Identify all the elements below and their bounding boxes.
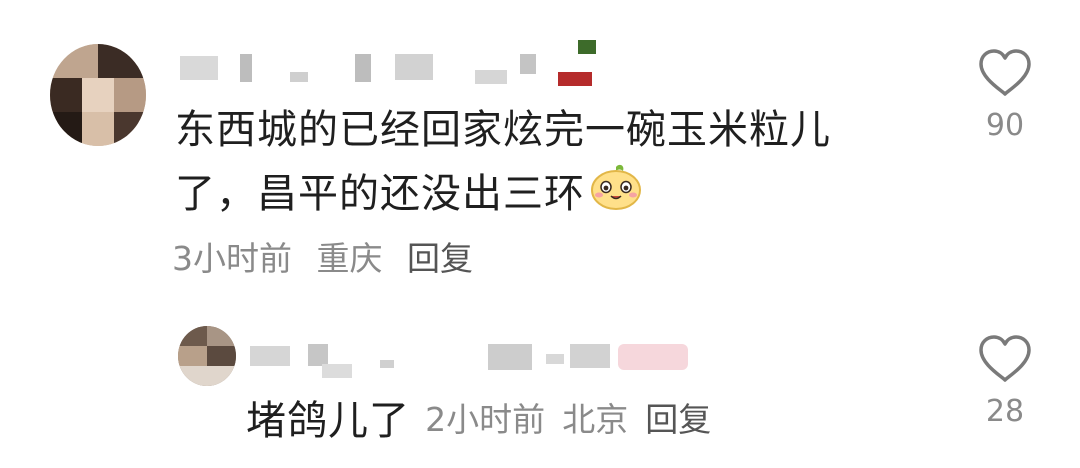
comment-item: 东西城的已经回家炫完一碗玉米粒儿 了，昌平的还没出三环 3小时前 重庆 回复 9… [0,0,1080,290]
comment-meta: 3小时前 重庆 回复 [172,232,487,280]
reply-text-row: 堵鸽儿了 2小时前 北京 回复 [246,388,711,446]
comment-location: 北京 [562,400,629,439]
reply-button[interactable]: 回复 [645,400,711,439]
comment-text-line: 东西城的已经回家炫完一碗玉米粒儿 [175,107,831,153]
reply-item: 堵鸽儿了 2小时前 北京 回复 28 [0,310,1080,468]
comment-time: 3小时前 [172,239,292,278]
avatar[interactable] [178,326,236,386]
corn-face-emoji-icon [589,163,643,230]
like-button[interactable]: 90 [965,48,1045,143]
heart-icon[interactable] [977,48,1033,98]
like-button[interactable]: 28 [965,334,1045,429]
comment-time: 2小时前 [425,400,546,439]
comment-text: 堵鸽儿了 [246,398,410,444]
comment-text: 东西城的已经回家炫完一碗玉米粒儿 了，昌平的还没出三环 [175,98,935,230]
comment-location: 重庆 [316,239,383,278]
like-count: 28 [985,394,1025,429]
reply-button[interactable]: 回复 [407,239,473,278]
heart-icon[interactable] [977,334,1033,384]
like-count: 90 [985,108,1025,143]
avatar[interactable] [50,44,146,146]
username-blurred[interactable] [250,338,700,386]
comment-text-line: 了，昌平的还没出三环 [175,162,935,230]
username-blurred[interactable] [180,40,610,88]
